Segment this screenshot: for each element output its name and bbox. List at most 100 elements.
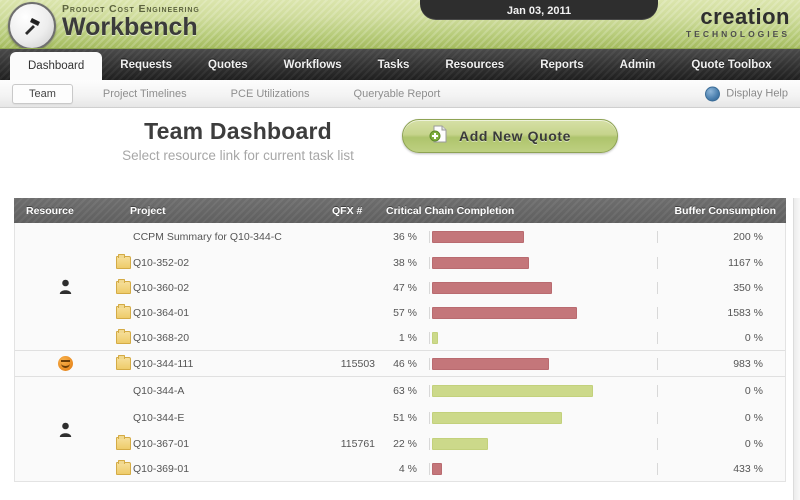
completion-percent: 22 %	[393, 437, 417, 450]
table-row[interactable]: Q10-368-20 1 % 0 %	[15, 325, 785, 350]
folder-cell	[115, 460, 131, 475]
nav-item-quotes[interactable]: Quotes	[190, 49, 266, 80]
project-name[interactable]: Q10-364-01	[133, 307, 189, 319]
table-row[interactable]: Q10-360-02 47 % 350 %	[15, 275, 785, 300]
table-row[interactable]: Q10-344-111 115503 46 % 983 %	[15, 351, 785, 376]
page-title-bar: Team Dashboard Select resource link for …	[0, 108, 800, 174]
table-row[interactable]: CCPM Summary for Q10-344-C 36 % 200 %	[15, 223, 785, 250]
buffer-consumption-value: 0 %	[657, 411, 777, 424]
buffer-consumption-value: 200 %	[657, 230, 777, 243]
nav-item-requests[interactable]: Requests	[102, 49, 190, 80]
resource-group: Q10-344-A 63 % 0 % Q10-344-E 51 % 0 % Q10-367-…	[15, 377, 785, 481]
add-new-quote-button[interactable]: Add New Quote	[402, 119, 618, 153]
project-name[interactable]: Q10-344-E	[133, 412, 184, 424]
display-help-button[interactable]: Display Help	[705, 86, 788, 101]
nav-item-workflows[interactable]: Workflows	[266, 49, 360, 80]
completion-percent: 36 %	[393, 230, 417, 243]
folder-cell	[115, 355, 131, 370]
main-navigation: Dashboard Requests Quotes Workflows Tasks Res…	[0, 49, 800, 80]
subnav-item-queryable-report[interactable]: Queryable Report	[332, 88, 463, 100]
column-header-resource: Resource	[26, 205, 74, 217]
corporate-subtitle: TECHNOLOGIES	[685, 29, 790, 39]
folder-icon[interactable]	[115, 460, 131, 475]
dashboard-table: Resource Project QFX # Critical Chain Co…	[14, 198, 786, 482]
table-row[interactable]: Q10-369-01 4 % 433 %	[15, 456, 785, 481]
buffer-consumption-value: 433 %	[657, 462, 777, 475]
completion-bar	[432, 256, 529, 269]
app-window: Product Cost Engineering Workbench Jan 0…	[0, 0, 800, 500]
folder-icon[interactable]	[115, 355, 131, 370]
current-date: Jan 03, 2011	[506, 5, 572, 17]
completion-percent: 57 %	[393, 306, 417, 319]
completion-percent: 51 %	[393, 411, 417, 424]
display-help-label: Display Help	[726, 87, 788, 100]
subnav-item-pce-utilizations[interactable]: PCE Utilizations	[209, 88, 332, 100]
folder-cell	[115, 279, 131, 294]
table-row[interactable]: Q10-367-01 115761 22 % 0 %	[15, 431, 785, 456]
project-name[interactable]: CCPM Summary for Q10-344-C	[133, 231, 282, 243]
folder-cell	[115, 435, 131, 450]
completion-bar	[432, 331, 438, 344]
folder-icon[interactable]	[115, 304, 131, 319]
date-tab: Jan 03, 2011	[420, 0, 658, 20]
project-name[interactable]: Q10-344-A	[133, 385, 184, 397]
nav-item-tasks[interactable]: Tasks	[360, 49, 428, 80]
completion-percent: 63 %	[393, 384, 417, 397]
nav-item-quote-toolbox[interactable]: Quote Toolbox	[673, 49, 789, 80]
title-wrap: Team Dashboard Select resource link for …	[118, 118, 358, 163]
completion-bar	[432, 306, 578, 319]
buffer-consumption-value: 1167 %	[657, 256, 777, 269]
project-name[interactable]: Q10-367-01	[133, 438, 189, 450]
project-name[interactable]: Q10-368-20	[133, 332, 189, 344]
table-row[interactable]: Q10-352-02 38 % 1167 %	[15, 250, 785, 275]
folder-cell	[115, 304, 131, 319]
column-header-project: Project	[130, 205, 166, 217]
sub-navigation: Team Project Timelines PCE Utilizations Que…	[0, 80, 800, 108]
resource-group: Q10-344-111 115503 46 % 983 %	[15, 351, 785, 377]
project-name[interactable]: Q10-344-111	[133, 358, 193, 370]
column-header-qfx: QFX #	[332, 205, 363, 217]
project-name[interactable]: Q10-360-02	[133, 282, 189, 294]
subnav-item-team[interactable]: Team	[12, 83, 73, 104]
subnav-item-project-timelines[interactable]: Project Timelines	[81, 88, 209, 100]
page-title: Team Dashboard	[144, 118, 332, 144]
nav-item-resources[interactable]: Resources	[427, 49, 522, 80]
document-add-icon	[429, 124, 449, 149]
page-subtitle: Select resource link for current task li…	[122, 148, 354, 163]
folder-icon[interactable]	[115, 329, 131, 344]
qfx-number: 115503	[340, 357, 375, 370]
vertical-scrollbar[interactable]	[793, 198, 800, 500]
nav-item-admin[interactable]: Admin	[602, 49, 674, 80]
resource-group: CCPM Summary for Q10-344-C 36 % 200 % Q10-3…	[15, 223, 785, 351]
table-header-row: Resource Project QFX # Critical Chain Co…	[14, 198, 786, 223]
nav-item-dashboard[interactable]: Dashboard	[10, 52, 103, 80]
folder-icon[interactable]	[115, 435, 131, 450]
table-row[interactable]: Q10-344-A 63 % 0 %	[15, 377, 785, 404]
qfx-number: 115761	[340, 437, 375, 450]
completion-bar	[432, 411, 563, 424]
corporate-logo: creation TECHNOLOGIES	[685, 4, 790, 40]
folder-icon[interactable]	[115, 279, 131, 294]
table-row[interactable]: Q10-364-01 57 % 1583 %	[15, 300, 785, 325]
folder-icon[interactable]	[115, 254, 131, 269]
project-name[interactable]: Q10-369-01	[133, 463, 189, 475]
table-row[interactable]: Q10-344-E 51 % 0 %	[15, 404, 785, 431]
buffer-consumption-value: 983 %	[657, 357, 777, 370]
corporate-name: creation	[700, 4, 790, 29]
nav-item-reports[interactable]: Reports	[522, 49, 601, 80]
app-header: Product Cost Engineering Workbench Jan 0…	[0, 0, 800, 49]
column-header-buffer-consumption: Buffer Consumption	[674, 205, 777, 217]
buffer-consumption-value: 0 %	[657, 331, 777, 344]
completion-percent: 1 %	[398, 331, 417, 344]
completion-percent: 47 %	[393, 281, 417, 294]
completion-bar	[432, 384, 593, 397]
completion-bar	[432, 357, 550, 370]
completion-percent: 4 %	[398, 462, 417, 475]
hammer-icon	[8, 2, 56, 48]
add-new-quote-label: Add New Quote	[459, 128, 572, 144]
buffer-consumption-value: 0 %	[657, 437, 777, 450]
table-body: CCPM Summary for Q10-344-C 36 % 200 % Q10-3…	[14, 223, 786, 482]
project-name[interactable]: Q10-352-02	[133, 257, 189, 269]
completion-percent: 38 %	[393, 256, 417, 269]
column-header-critical-chain-completion: Critical Chain Completion	[386, 205, 515, 217]
